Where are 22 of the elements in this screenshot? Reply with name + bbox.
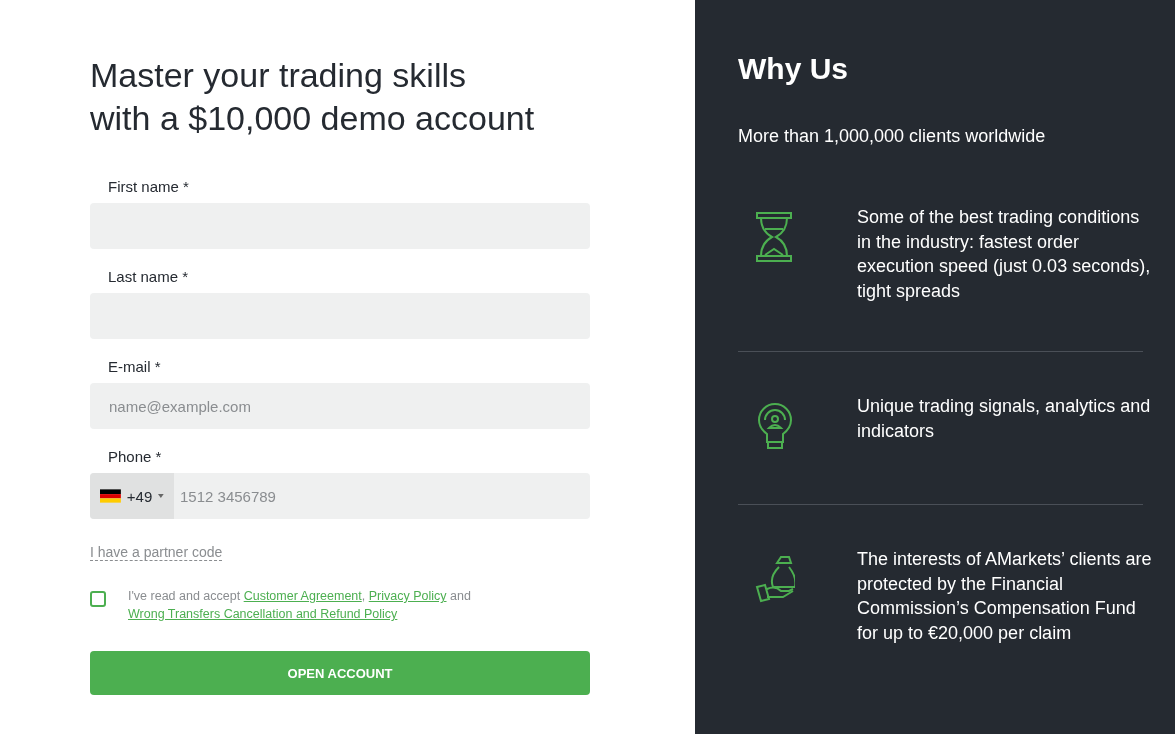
subtitle: More than 1,000,000 clients worldwide bbox=[738, 126, 1047, 147]
partner-code-link[interactable]: I have a partner code bbox=[90, 544, 223, 561]
feature-text: Some of the best trading conditions in the industry: fastest order execution speed (just 0.03 seconds), tight spreads bbox=[857, 206, 1152, 303]
terms-text: I've read and accept Customer Agreement, Privacy Policy and Wrong Transfers Cancellation and Refund Policy bbox=[128, 588, 472, 623]
policy-link[interactable]: Customer Agreement bbox=[243, 589, 362, 603]
page-heading: Master your trading skills with a $10,000 demo account bbox=[90, 55, 536, 139]
section-heading: Why Us bbox=[738, 52, 849, 86]
open-account-button[interactable]: OPEN ACCOUNT bbox=[90, 651, 590, 695]
policy-link[interactable]: Wrong Transfers Cancellation and Refund Policy bbox=[128, 607, 398, 621]
field-label: Last name * bbox=[108, 268, 190, 285]
field-label: First name * bbox=[108, 178, 190, 195]
caret-icon bbox=[158, 494, 164, 498]
feature-text: The interests of AMarkets’ clients are protected by the Financial Commission’s Compensation Fund for up to €20,000 per claim bbox=[857, 548, 1153, 645]
field-label: Phone * bbox=[108, 448, 163, 465]
country-code-select[interactable]: +49 bbox=[90, 473, 174, 519]
policy-link[interactable]: Privacy Policy bbox=[368, 589, 447, 603]
feature-text: Unique trading signals, analytics and indicators bbox=[857, 395, 1152, 443]
checkbox[interactable] bbox=[90, 591, 106, 607]
flag-icon bbox=[100, 489, 121, 503]
input-field[interactable]: name@example.com bbox=[90, 383, 590, 429]
field-label: E-mail * bbox=[108, 358, 162, 375]
phone-field[interactable]: +49 1512 3456789 bbox=[90, 473, 590, 519]
